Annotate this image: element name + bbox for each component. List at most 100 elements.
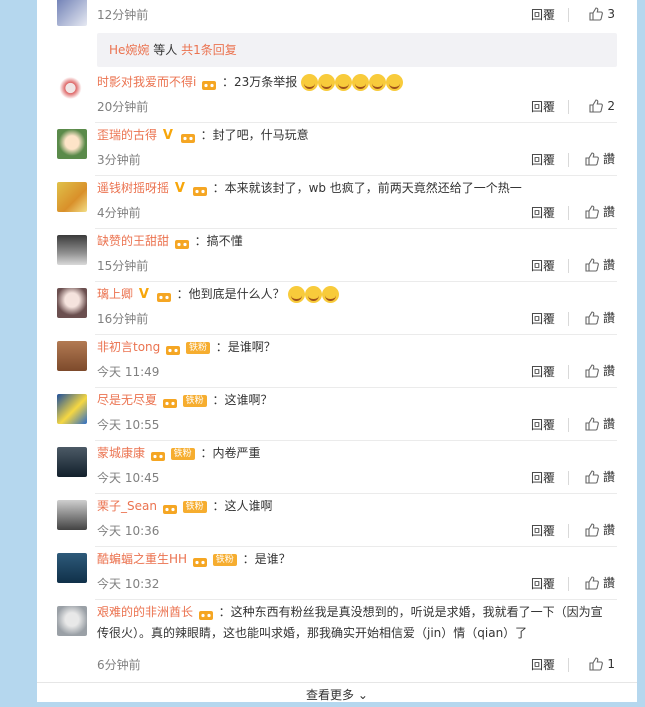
comment-panel: 12分钟前 回覆 3 He婉婉 等人 共1条回复 时影对我爱而不得i ：23万条… [37, 0, 637, 702]
avatar[interactable] [57, 553, 87, 583]
reply-button[interactable]: 回覆 [531, 522, 555, 540]
comment-username[interactable]: 缺赞的王甜甜 [97, 234, 169, 248]
comment-item-3: 遥钱树摇呀摇 V ：本来就该封了，wb 也疯了，前两天竟然还给了一个热一 4分钟… [57, 176, 617, 229]
like-button[interactable]: 讚 [585, 256, 615, 274]
comment-item-partial: 12分钟前 回覆 3 [57, 0, 617, 33]
avatar[interactable] [57, 394, 87, 424]
like-button[interactable]: 讚 [585, 415, 615, 433]
comment-username[interactable]: 尽是无尽夏 [97, 393, 157, 407]
like-count: 讚 [602, 205, 615, 219]
emoji-icon [352, 74, 370, 91]
comment-text: ：这谁啊？ [212, 393, 273, 407]
thumbs-up-icon [585, 258, 599, 272]
member-crown-icon [180, 130, 196, 143]
comment-text: ：23万条举报 [222, 75, 298, 89]
reply-button[interactable]: 回覆 [531, 310, 555, 328]
thumbs-up-icon [589, 99, 604, 113]
thumbs-up-icon [585, 523, 599, 537]
divider [568, 153, 569, 167]
like-count: 讚 [602, 258, 615, 272]
fan-badge: 铁粉 [182, 500, 207, 513]
comment-time: 16分钟前 [97, 312, 149, 326]
avatar[interactable] [57, 129, 87, 159]
reply-button[interactable]: 回覆 [531, 575, 555, 593]
member-crown-icon [192, 183, 208, 196]
like-count: 讚 [602, 417, 615, 431]
comment-text: ：封了吧，什马玩意 [200, 128, 309, 142]
like-count: 讚 [602, 576, 615, 590]
thumbs-up-icon [585, 417, 599, 431]
avatar[interactable] [57, 235, 87, 265]
divider [568, 312, 569, 326]
like-button[interactable]: 讚 [585, 309, 615, 327]
comment-time: 12分钟前 [97, 8, 149, 22]
comment-item-4: 缺赞的王甜甜 ：搞不懂 15分钟前 回覆 讚 [57, 229, 617, 282]
thumbs-up-icon [585, 311, 599, 325]
reply-button[interactable]: 回覆 [531, 204, 555, 222]
comment-time: 15分钟前 [97, 259, 149, 273]
reply-button[interactable]: 回覆 [531, 416, 555, 434]
comment-text: ：内卷严重 [200, 446, 261, 460]
like-button[interactable]: 讚 [585, 521, 615, 539]
like-button[interactable]: 讚 [585, 150, 615, 168]
reply-user[interactable]: He婉婉 [109, 43, 149, 57]
like-button[interactable]: 讚 [585, 468, 615, 486]
member-crown-icon [156, 289, 172, 302]
like-button[interactable]: 1 [589, 655, 615, 673]
like-button[interactable]: 讚 [585, 574, 615, 592]
comment-username[interactable]: 璃上卿 [97, 287, 133, 301]
comment-username[interactable]: 遥钱树摇呀摇 [97, 181, 169, 195]
verified-v-icon: V [138, 286, 149, 302]
comment-item-8: 蒙城康康 铁粉 ：内卷严重 今天 10:45 回覆 讚 [57, 441, 617, 494]
reply-button[interactable]: 回覆 [531, 151, 555, 169]
avatar[interactable] [57, 606, 87, 636]
avatar[interactable] [57, 76, 87, 106]
avatar[interactable] [57, 182, 87, 212]
comment-item-9: 栗子_Sean 铁粉 ：这人谁啊 今天 10:36 回覆 讚 [57, 494, 617, 547]
member-crown-icon [174, 236, 190, 249]
reply-count-link[interactable]: 共1条回复 [181, 43, 237, 57]
like-count: 讚 [602, 470, 615, 484]
comment-username[interactable]: 时影对我爱而不得i [97, 75, 196, 89]
fan-badge: 铁粉 [182, 394, 207, 407]
comment-username[interactable]: 蒙城康康 [97, 446, 145, 460]
comment-body: 时影对我爱而不得i ：23万条举报 [97, 72, 404, 92]
like-button[interactable]: 2 [589, 97, 615, 115]
reply-button[interactable]: 回覆 [531, 469, 555, 487]
divider [568, 206, 569, 220]
like-button[interactable]: 讚 [585, 203, 615, 221]
thumbs-up-icon [585, 205, 599, 219]
verified-v-icon: V [174, 180, 185, 196]
avatar[interactable] [57, 288, 87, 318]
emoji-icon [369, 74, 387, 91]
comment-username[interactable]: 艰难的的非洲酋长 [97, 605, 193, 619]
comment-body: 缺赞的王甜甜 ：搞不懂 [97, 231, 243, 251]
reply-summary[interactable]: He婉婉 等人 共1条回复 [97, 33, 617, 67]
avatar[interactable] [57, 447, 87, 477]
divider [568, 524, 569, 538]
avatar[interactable] [57, 341, 87, 371]
reply-button[interactable]: 回覆 [531, 363, 555, 381]
comment-username[interactable]: 非初言tong [97, 340, 160, 354]
like-button[interactable]: 讚 [585, 362, 615, 380]
reply-button[interactable]: 回覆 [531, 257, 555, 275]
comment-username[interactable]: 歪瑞的古得 [97, 128, 157, 142]
reply-button[interactable]: 回覆 [531, 98, 555, 116]
comment-item-7: 尽是无尽夏 铁粉 ：这谁啊？ 今天 10:55 回覆 讚 [57, 388, 617, 441]
divider [568, 658, 569, 672]
divider [568, 577, 569, 591]
comment-body: 璃上卿 V ：他到底是什么人？ [97, 284, 340, 305]
emoji-icon [322, 286, 340, 303]
emoji-group [301, 74, 404, 91]
reply-button[interactable]: 回覆 [531, 6, 555, 24]
like-button[interactable]: 3 [589, 5, 615, 23]
avatar[interactable] [57, 0, 87, 26]
avatar[interactable] [57, 500, 87, 530]
load-more-button[interactable]: 查看更多 ⌄ [37, 682, 637, 703]
comment-username[interactable]: 栗子_Sean [97, 499, 157, 513]
member-crown-icon [162, 501, 178, 514]
like-count: 讚 [602, 523, 615, 537]
reply-button[interactable]: 回覆 [531, 656, 555, 674]
emoji-icon [318, 74, 336, 91]
comment-username[interactable]: 酷蝙蝠之重生HH [97, 552, 187, 566]
